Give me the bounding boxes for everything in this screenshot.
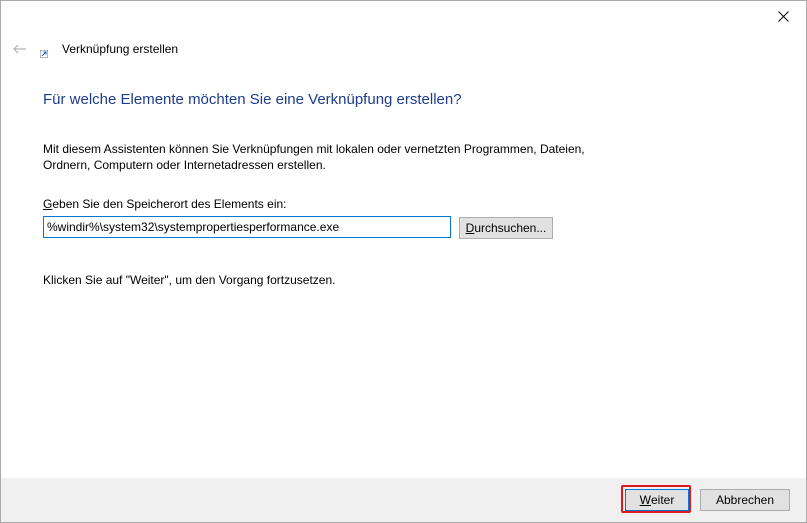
description-line: Mit diesem Assistenten können Sie Verknü…	[43, 142, 585, 156]
back-button[interactable]	[10, 39, 30, 59]
next-label: eiter	[650, 493, 675, 507]
button-bar: Weiter Abbrechen	[1, 478, 806, 522]
browse-label: urchsuchen...	[474, 221, 547, 235]
cancel-button[interactable]: Abbrechen	[700, 489, 790, 511]
browse-button[interactable]: Durchsuchen...	[459, 217, 553, 239]
description-line: Ordnern, Computern oder Internetadressen…	[43, 158, 326, 172]
description: Mit diesem Assistenten können Sie Verknü…	[43, 141, 663, 173]
continue-hint: Klicken Sie auf "Weiter", um den Vorgang…	[43, 273, 336, 287]
shortcut-icon	[39, 47, 49, 59]
location-input[interactable]	[43, 216, 451, 238]
next-button[interactable]: Weiter	[625, 489, 689, 511]
back-arrow-icon	[13, 44, 26, 54]
wizard-title: Verknüpfung erstellen	[62, 42, 179, 56]
location-label-text: eben Sie den Speicherort des Elements ei…	[52, 197, 287, 211]
location-label: Geben Sie den Speicherort des Elements e…	[43, 197, 287, 211]
wizard-window: Verknüpfung erstellen Für welche Element…	[0, 0, 807, 523]
page-heading: Für welche Elemente möchten Sie eine Ver…	[43, 91, 462, 108]
location-label-accelerator: G	[43, 197, 53, 211]
browse-accelerator: D	[465, 221, 475, 235]
close-button[interactable]	[760, 1, 806, 31]
close-icon	[777, 10, 789, 22]
next-accelerator: W	[639, 493, 651, 507]
